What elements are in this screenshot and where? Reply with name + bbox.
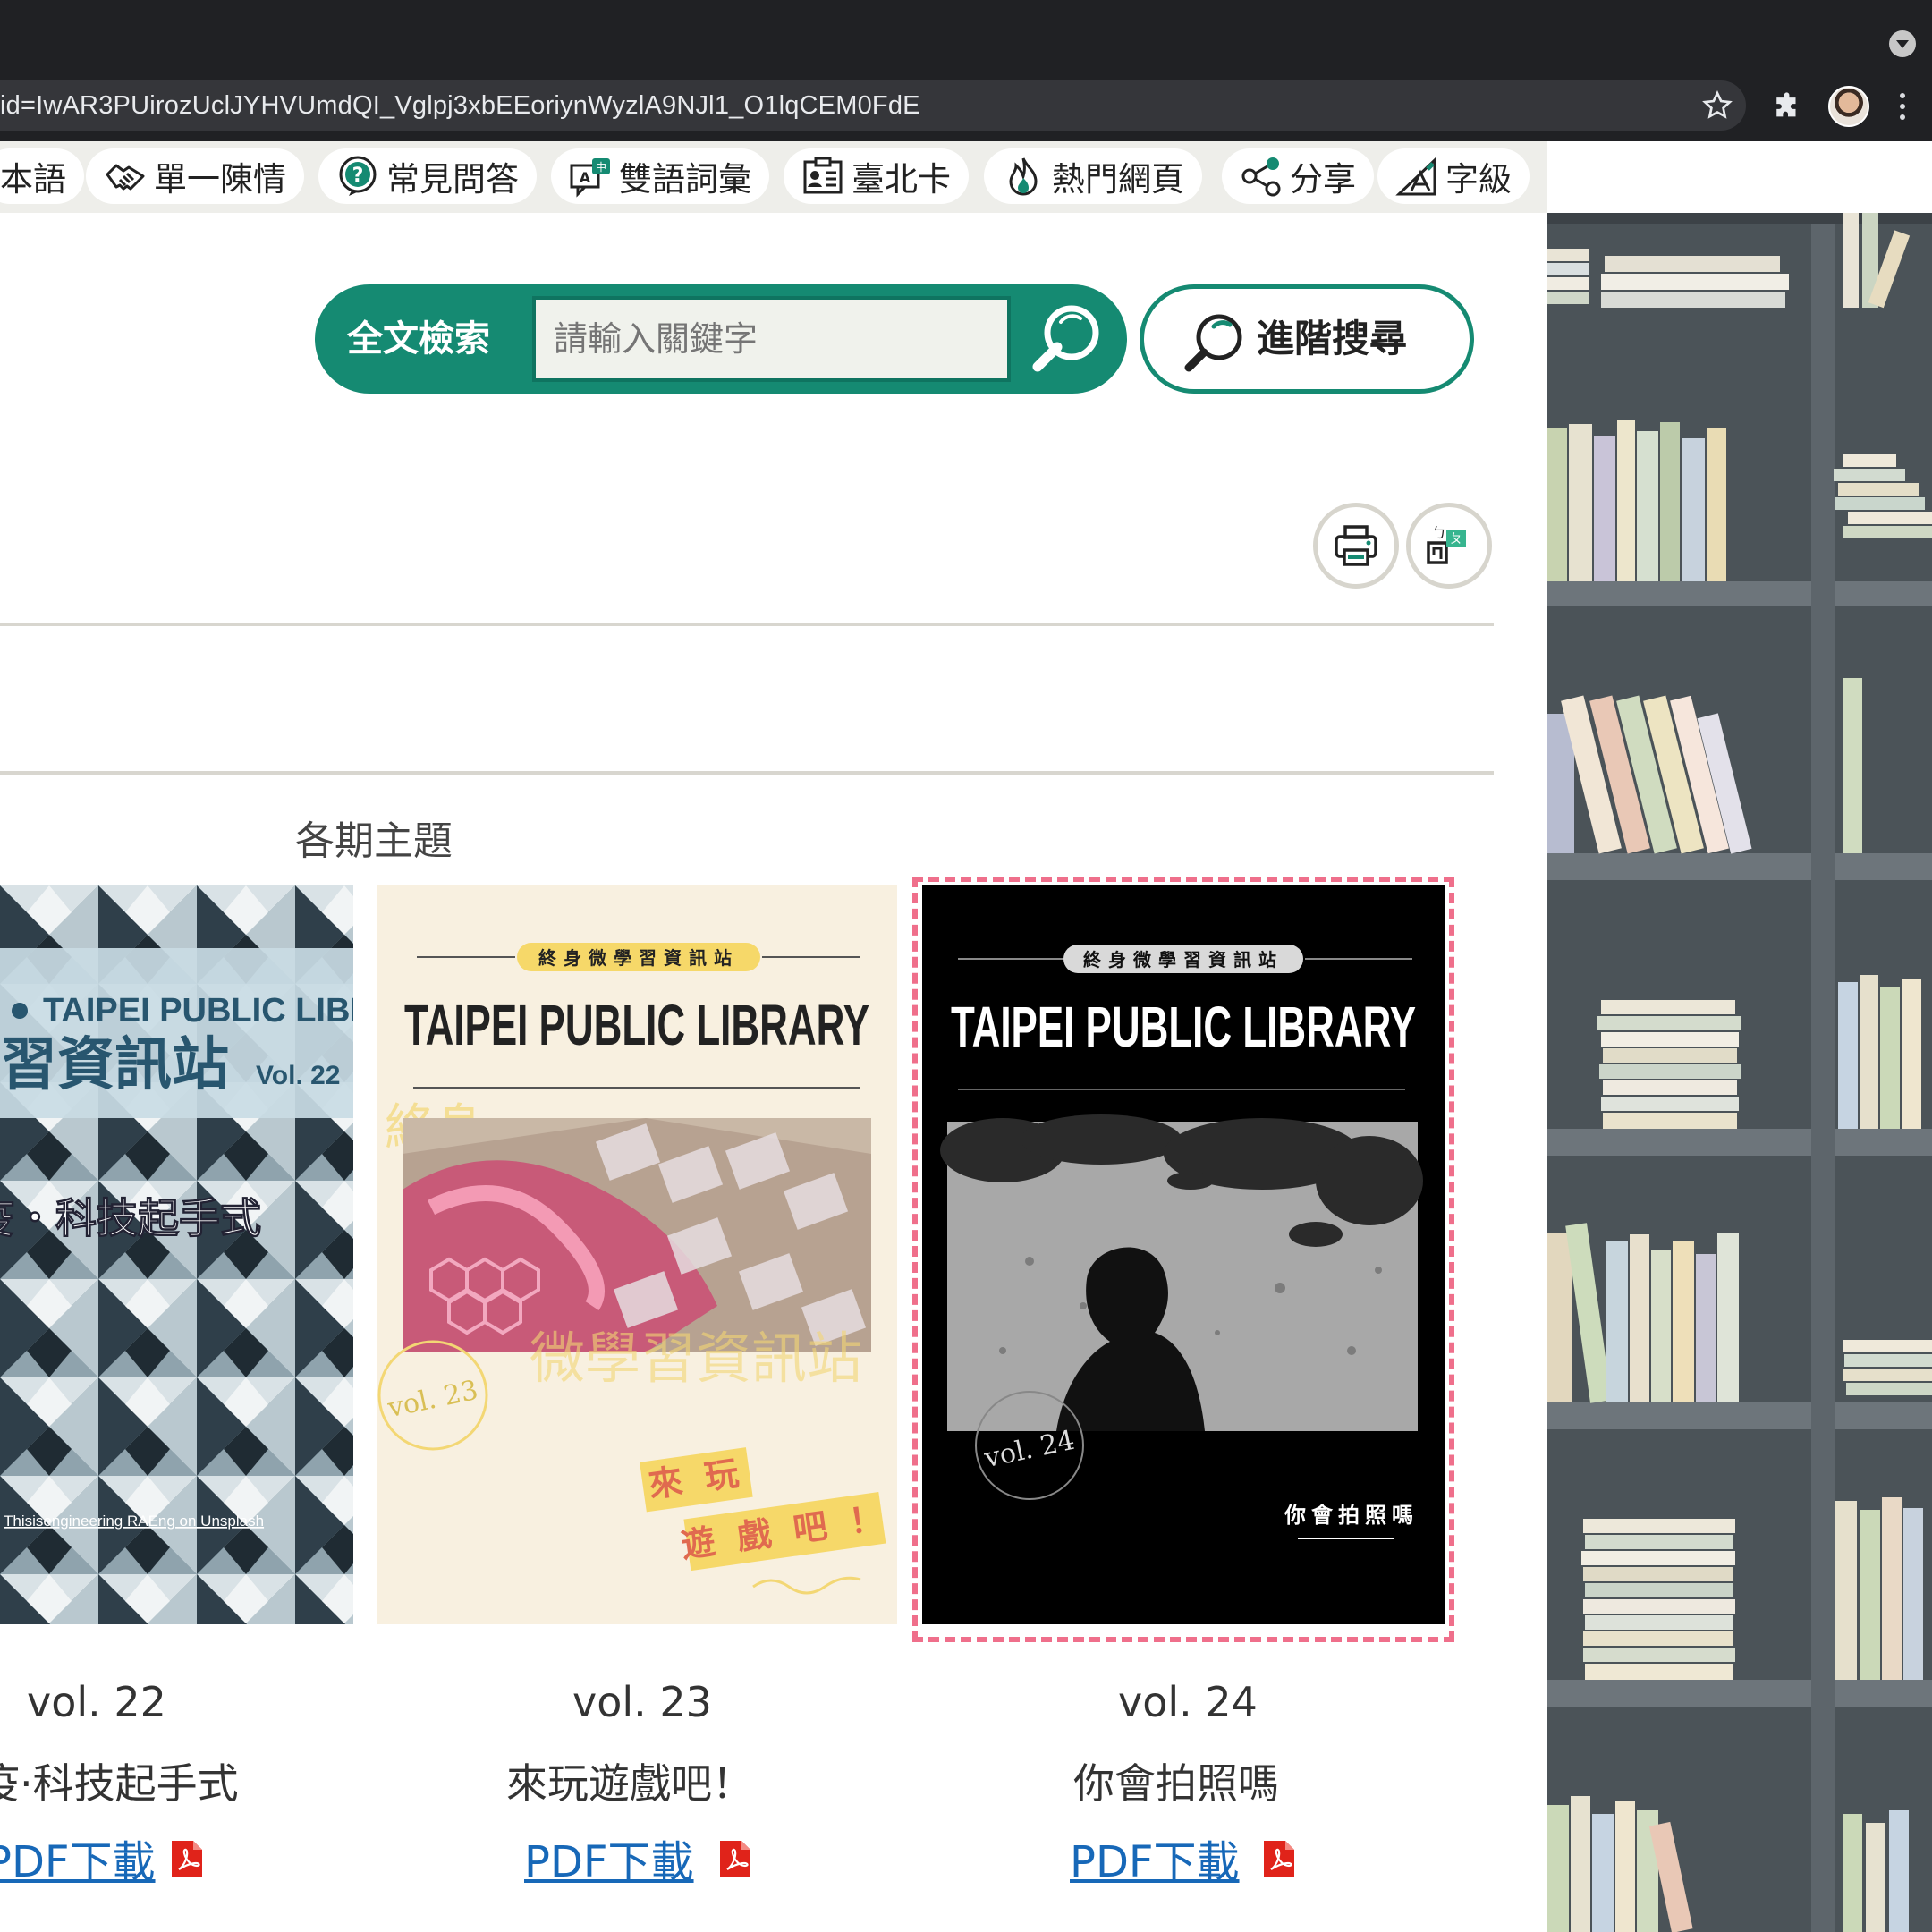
tab-dropdown-icon[interactable] xyxy=(1889,30,1916,57)
nav-item-popular[interactable]: 熱門網頁 xyxy=(984,148,1202,204)
svg-text:A: A xyxy=(580,169,591,186)
divider xyxy=(0,623,1494,626)
zhuyin-icon: ㄆ ㄅ xyxy=(1427,524,1466,564)
cover-subtitle: 疫・科技起手式 xyxy=(0,1194,261,1242)
menu-kebab-icon[interactable] xyxy=(1896,89,1909,125)
issue-title: 來玩遊戲吧！ xyxy=(506,1759,753,1808)
section-title: 各期主題 xyxy=(295,818,453,864)
issue-title: 你會拍照嗎 xyxy=(1073,1759,1279,1808)
nav-item-language[interactable]: 本語 xyxy=(0,148,84,204)
page: id=IwAR3PUirozUclJYHVUmdQI_Vglpj3xbEEori… xyxy=(0,0,1932,1932)
issue-vol-label: vol. 22 xyxy=(27,1678,166,1726)
search-input[interactable] xyxy=(532,296,1011,382)
url-text: id=IwAR3PUirozUclJYHVUmdQI_Vglpj3xbEEori… xyxy=(0,91,920,120)
issue-vol-label: vol. 24 xyxy=(1118,1678,1258,1726)
nav-item-label: 單一陳情 xyxy=(154,160,286,199)
handshake-icon xyxy=(106,164,145,191)
font-size-icon xyxy=(1395,157,1436,196)
pdf-icon[interactable] xyxy=(1264,1841,1294,1877)
pdf-icon[interactable] xyxy=(720,1841,750,1877)
cover-brand: TAIPEI PUBLIC LIBRARY xyxy=(404,993,869,1057)
cover-credit: Thisisengineering RAEng on Unsplash xyxy=(4,1513,264,1530)
cover-image-vol23[interactable]: 終身微學習資訊站 TAIPEI PUBLIC LIBRARY 終身 xyxy=(377,886,897,1624)
svg-text:ㄆ: ㄆ xyxy=(1450,532,1462,547)
svg-text:?: ? xyxy=(352,165,364,187)
cover-brand: TAIPEI PUBLIC LIBRARY xyxy=(43,992,353,1030)
nav-item-faq[interactable]: ? 常見問答 xyxy=(318,148,537,204)
cover-watermark: 微學習資訊站 xyxy=(530,1326,862,1391)
nav-item-taipei-card[interactable]: 臺北卡 xyxy=(784,148,969,204)
pdf-icon[interactable] xyxy=(172,1841,202,1877)
bookmark-star-icon[interactable] xyxy=(1701,89,1733,122)
zhuyin-button[interactable]: ㄆ ㄅ xyxy=(1406,503,1492,589)
nav-item-label: 熱門網頁 xyxy=(1052,160,1184,199)
divider xyxy=(0,771,1494,775)
svg-text:中: 中 xyxy=(596,160,606,174)
nav-item-share[interactable]: 分享 xyxy=(1222,148,1374,204)
search-icon[interactable] xyxy=(1021,295,1111,385)
bookshelf-background-image xyxy=(1547,213,1932,1932)
print-button[interactable] xyxy=(1313,503,1399,589)
cover-series: 終身微學習資訊站 xyxy=(538,947,739,969)
card-icon xyxy=(803,157,843,194)
nav-item-label: 分享 xyxy=(1290,160,1356,199)
share-icon xyxy=(1241,157,1281,197)
profile-avatar[interactable] xyxy=(1828,86,1869,127)
nav-item-label: 本語 xyxy=(0,160,66,199)
nav-item-bilingual[interactable]: A 中 雙語詞彙 xyxy=(551,148,769,204)
cover-image-vol22[interactable]: TAIPEI PUBLIC LIBRARY 習資訊站 Vol. 22 疫・科技起… xyxy=(0,886,353,1624)
fire-icon xyxy=(1009,157,1038,196)
advanced-search-button[interactable]: 進階搜尋 xyxy=(1140,284,1474,394)
nav-item-label: 常見問答 xyxy=(386,160,519,199)
cover-name: 習資訊站 xyxy=(0,1032,229,1098)
fulltext-search-bar: 全文檢索 xyxy=(315,284,1127,394)
nav-item-petition[interactable]: 單一陳情 xyxy=(86,148,304,204)
extensions-puzzle-icon[interactable] xyxy=(1773,91,1803,122)
cover-vol: Vol. 22 xyxy=(256,1061,340,1090)
advanced-search-icon xyxy=(1184,314,1242,372)
focus-outline xyxy=(912,877,1454,1642)
bilingual-icon: A 中 xyxy=(570,158,610,198)
svg-text:ㄅ: ㄅ xyxy=(1432,524,1446,541)
nav-item-label: 雙語詞彙 xyxy=(619,160,751,199)
pdf-download-link[interactable]: PDF下載 xyxy=(0,1826,156,1889)
nav-item-label: 字級 xyxy=(1445,160,1512,199)
address-bar[interactable]: id=IwAR3PUirozUclJYHVUmdQI_Vglpj3xbEEori… xyxy=(0,80,1746,131)
pdf-download-link[interactable]: PDF下載 xyxy=(524,1826,694,1889)
search-label: 全文檢索 xyxy=(347,318,490,360)
nav-item-font-size[interactable]: 字級 xyxy=(1377,148,1530,204)
question-icon: ? xyxy=(339,156,377,196)
print-icon xyxy=(1335,525,1377,566)
advanced-search-label: 進階搜尋 xyxy=(1257,317,1408,360)
pdf-download-link[interactable]: PDF下載 xyxy=(1070,1826,1240,1889)
issue-vol-label: vol. 23 xyxy=(572,1678,712,1726)
nav-item-label: 臺北卡 xyxy=(852,160,951,199)
issue-title: 疫·科技起手式 xyxy=(0,1759,239,1808)
